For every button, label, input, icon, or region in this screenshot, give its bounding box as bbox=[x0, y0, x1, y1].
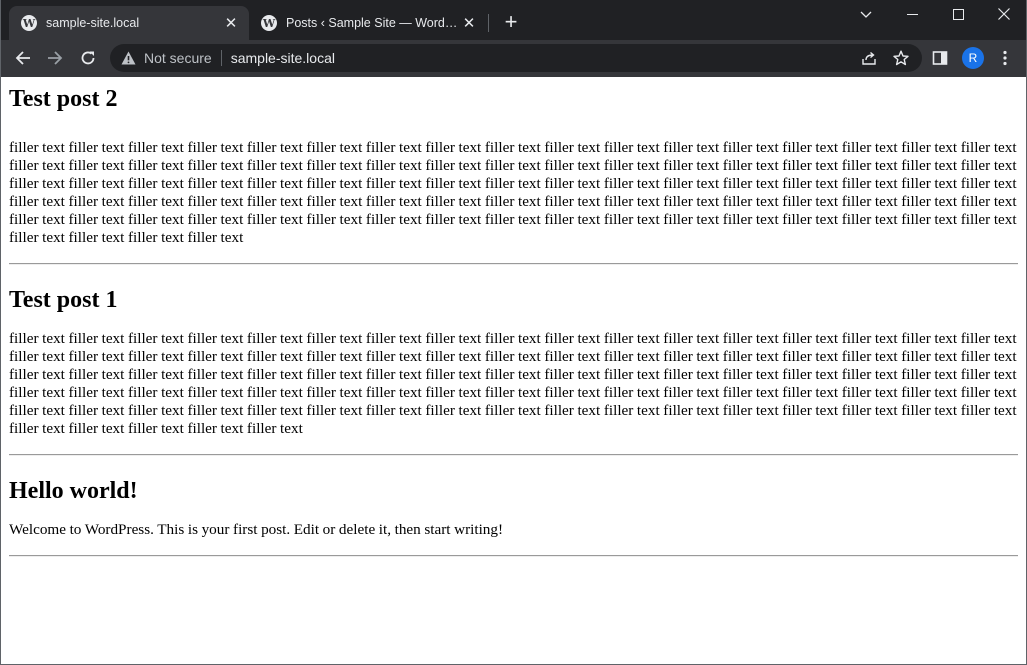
forward-button[interactable] bbox=[41, 44, 69, 72]
maximize-icon bbox=[952, 8, 964, 20]
tab-sample-site[interactable]: W sample-site.local ✕ bbox=[9, 6, 249, 40]
back-button[interactable] bbox=[9, 44, 37, 72]
profile-avatar[interactable]: R bbox=[962, 47, 984, 69]
share-button[interactable] bbox=[855, 44, 883, 72]
share-icon bbox=[862, 51, 876, 65]
tab-title: sample-site.local bbox=[46, 16, 140, 30]
arrow-right-icon bbox=[48, 51, 63, 65]
bookmark-button[interactable] bbox=[887, 44, 915, 72]
post-item: Test post 2 filler text filler text fill… bbox=[9, 77, 1018, 265]
chevron-down-icon bbox=[860, 11, 872, 18]
minimize-icon bbox=[906, 13, 918, 15]
post-divider bbox=[9, 263, 1018, 265]
post-title: Test post 2 bbox=[9, 86, 118, 112]
url-text[interactable]: sample-site.local bbox=[231, 50, 335, 66]
post-list: Test post 2 filler text filler text fill… bbox=[1, 77, 1026, 557]
tab-strip: W sample-site.local ✕ W Posts ‹ Sample S… bbox=[1, 0, 1026, 40]
side-panel-icon bbox=[932, 51, 948, 65]
security-status-label[interactable]: Not secure bbox=[144, 50, 212, 66]
tab-separator bbox=[488, 14, 489, 32]
post-body: filler text filler text filler text fill… bbox=[9, 330, 1017, 437]
tab-wordpress-posts[interactable]: W Posts ‹ Sample Site — WordPress ✕ bbox=[249, 6, 487, 40]
page-viewport: Test post 2 filler text filler text fill… bbox=[1, 77, 1026, 664]
reload-icon bbox=[81, 51, 95, 65]
menu-button[interactable] bbox=[991, 44, 1019, 72]
tab-search-button[interactable] bbox=[843, 0, 889, 28]
browser-toolbar: Not secure sample-site.local R bbox=[1, 40, 1026, 77]
minimize-button[interactable] bbox=[889, 0, 935, 28]
browser-window: W sample-site.local ✕ W Posts ‹ Sample S… bbox=[0, 0, 1027, 665]
post-item: Hello world! Welcome to WordPress. This … bbox=[9, 477, 1018, 557]
side-panel-button[interactable] bbox=[926, 44, 954, 72]
address-bar[interactable]: Not secure sample-site.local bbox=[110, 44, 922, 72]
wordpress-icon: W bbox=[261, 15, 277, 31]
close-icon bbox=[998, 8, 1010, 20]
post-title: Test post 1 bbox=[9, 287, 118, 313]
kebab-menu-icon bbox=[1003, 50, 1007, 66]
post-title: Hello world! bbox=[9, 478, 138, 504]
close-tab-icon[interactable]: ✕ bbox=[223, 15, 239, 32]
reload-button[interactable] bbox=[74, 44, 102, 72]
tab-title: Posts ‹ Sample Site — WordPress bbox=[286, 16, 461, 30]
post-item: Test post 1 filler text filler text fill… bbox=[9, 286, 1018, 456]
close-window-button[interactable] bbox=[981, 0, 1027, 28]
omnibox-divider bbox=[220, 50, 222, 66]
new-tab-button[interactable]: + bbox=[499, 11, 523, 35]
post-body: Welcome to WordPress. This is your first… bbox=[9, 521, 504, 538]
wordpress-icon: W bbox=[21, 15, 37, 31]
post-divider bbox=[9, 454, 1018, 456]
post-body: filler text filler text filler text fill… bbox=[9, 139, 1017, 246]
warning-icon[interactable] bbox=[121, 51, 136, 65]
post-divider bbox=[9, 555, 1018, 557]
star-icon bbox=[893, 50, 909, 66]
maximize-button[interactable] bbox=[935, 0, 981, 28]
close-tab-icon[interactable]: ✕ bbox=[461, 15, 477, 32]
arrow-left-icon bbox=[15, 51, 30, 65]
